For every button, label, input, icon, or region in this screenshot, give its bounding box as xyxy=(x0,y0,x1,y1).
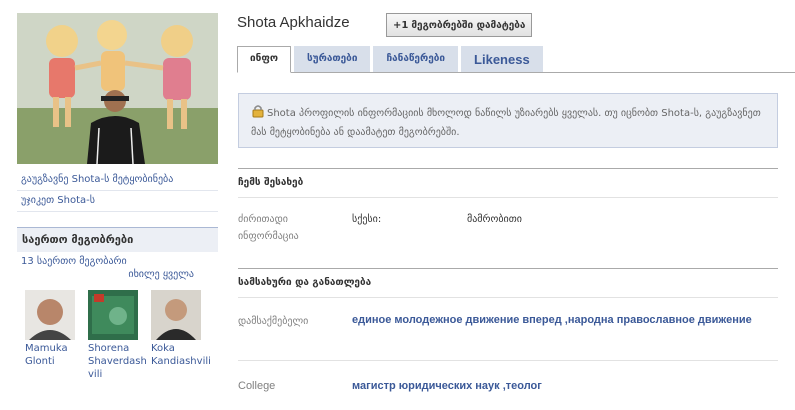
privacy-notice: Shota პროფილის ინფორმაციის მხოლოდ ნაწილს… xyxy=(238,93,778,148)
employer-link[interactable]: единое молодежное движение вперед ,народ… xyxy=(352,312,752,329)
about-divider xyxy=(238,197,778,198)
friend-mamuka-glonti[interactable]: Mamuka Glonti xyxy=(25,290,88,381)
profile-name: Shota Apkhaidze xyxy=(237,14,350,31)
friend-koka-kandiashvili[interactable]: Koka Kandiashvili xyxy=(151,290,214,381)
avatar-image xyxy=(88,290,138,340)
tab-likeness[interactable]: Likeness xyxy=(461,46,543,73)
tab-photos[interactable]: სურათები xyxy=(293,46,371,73)
friend-avatar[interactable] xyxy=(25,290,75,340)
left-column: გაუგზავნე Shota-ს მეტყობინება უჯიკეთ Sho… xyxy=(17,13,218,381)
send-message-link[interactable]: გაუგზავნე Shota-ს მეტყობინება xyxy=(17,170,218,191)
add-friend-label: მეგობრებში დამატება xyxy=(411,19,526,31)
mutual-friends-count[interactable]: 13 საერთო მეგობარი xyxy=(17,252,218,267)
poke-link[interactable]: უჯიკეთ Shota-ს xyxy=(17,191,218,212)
tab-notes[interactable]: ჩანაწერები xyxy=(373,46,459,73)
avatar-image xyxy=(151,290,201,340)
college-link[interactable]: магистр юридических наук ,теолог xyxy=(352,378,542,395)
tab-info[interactable]: ინფო xyxy=(237,46,291,73)
profile-photo[interactable] xyxy=(17,13,218,164)
profile-actions: გაუგზავნე Shota-ს მეტყობინება უჯიკეთ Sho… xyxy=(17,170,218,212)
employer-label: დამსაქმებელი xyxy=(238,316,309,327)
see-all-link[interactable]: იხილე ყველა xyxy=(17,267,218,280)
mutual-friends-title: საერთო მეგობრები xyxy=(17,227,218,252)
add-friend-button[interactable]: +1 მეგობრებში დამატება xyxy=(386,13,533,37)
avatar-image xyxy=(25,290,75,340)
tabs-divider xyxy=(237,72,795,73)
employer-divider xyxy=(238,360,778,361)
friend-name[interactable]: Shorena Shaverdashvili xyxy=(88,342,148,381)
friend-name[interactable]: Mamuka Glonti xyxy=(25,342,85,368)
friend-shorena-shaverdashvili[interactable]: Shorena Shaverdashvili xyxy=(88,290,151,381)
profile-tabs: ინფო სურათები ჩანაწერები Likeness xyxy=(237,46,546,73)
add-friend-icon: +1 xyxy=(393,19,409,31)
work-section-title: სამსახური და განათლება xyxy=(238,268,778,288)
sex-label: სქესი: xyxy=(352,214,382,225)
mutual-friends-box: საერთო მეგობრები 13 საერთო მეგობარი იხილ… xyxy=(17,227,218,381)
work-divider xyxy=(238,297,778,298)
college-label: College xyxy=(238,380,276,392)
friend-avatar[interactable] xyxy=(151,290,201,340)
sex-value: მამრობითი xyxy=(467,214,522,225)
basic-info-label: ძირითადი ინფორმაცია xyxy=(238,214,299,242)
mutual-friends-list: Mamuka Glonti Shorena Shaverdashvili Kok… xyxy=(17,280,218,381)
profile-photo-image xyxy=(17,13,218,164)
privacy-notice-text: Shota პროფილის ინფორმაციის მხოლოდ ნაწილს… xyxy=(251,108,761,138)
friend-name[interactable]: Koka Kandiashvili xyxy=(151,342,211,368)
lock-icon xyxy=(251,104,265,124)
friend-avatar[interactable] xyxy=(88,290,138,340)
about-section-title: ჩემს შესახებ xyxy=(238,168,778,188)
